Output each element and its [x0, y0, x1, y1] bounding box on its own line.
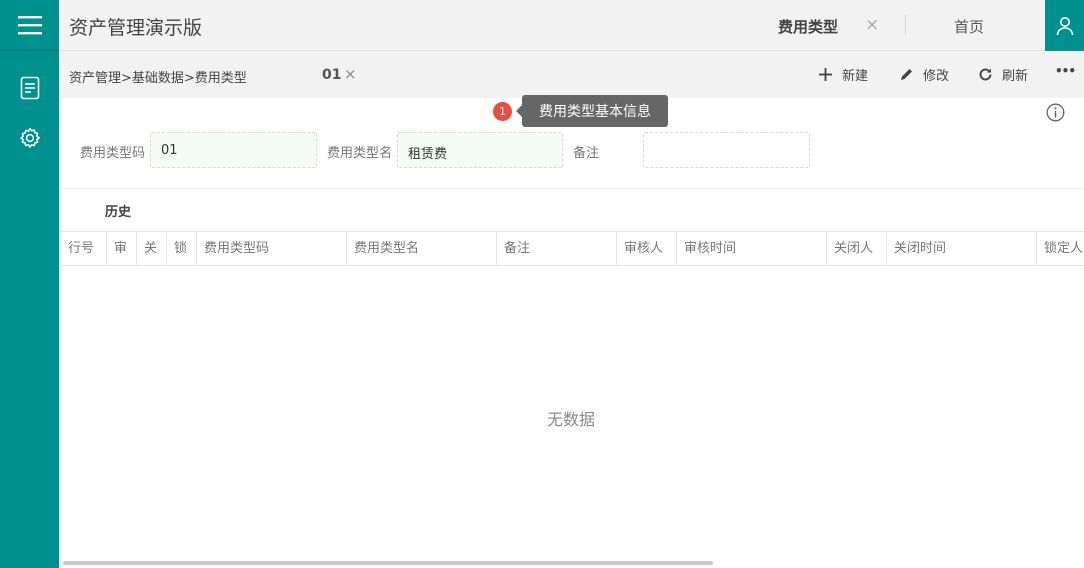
- col-locker[interactable]: 锁定人: [1037, 232, 1084, 265]
- toolbar-bar: 资产管理>基础数据>费用类型 01 × 新建 修改 刷新 •••: [59, 51, 1084, 98]
- tab-close-button[interactable]: ×: [865, 15, 879, 35]
- col-close-time[interactable]: 关闭时间: [887, 232, 1037, 265]
- new-button[interactable]: 新建: [818, 65, 868, 84]
- info-icon[interactable]: [1046, 103, 1065, 126]
- col-locked[interactable]: 锁: [167, 232, 197, 265]
- col-remark[interactable]: 备注: [497, 232, 617, 265]
- user-button[interactable]: [1045, 0, 1084, 51]
- col-expense-code[interactable]: 费用类型码: [197, 232, 347, 265]
- col-audited[interactable]: 审: [107, 232, 137, 265]
- sidebar-item-settings[interactable]: [0, 120, 59, 156]
- top-bar: 资产管理演示版 费用类型 × 首页: [59, 0, 1084, 51]
- record-tab-close-button[interactable]: ×: [344, 65, 357, 83]
- plus-icon: [819, 68, 832, 81]
- col-audit-time[interactable]: 审核时间: [677, 232, 827, 265]
- tab-home[interactable]: 首页: [954, 16, 984, 37]
- edit-button-label: 修改: [923, 69, 950, 84]
- section-title-tooltip: 费用类型基本信息: [516, 95, 668, 127]
- remark-input[interactable]: [643, 132, 810, 168]
- pencil-icon: [901, 69, 912, 80]
- record-tab-label[interactable]: 01: [322, 67, 341, 83]
- gear-icon: [19, 127, 40, 148]
- sidebar-item-documents[interactable]: [0, 70, 59, 106]
- refresh-button-label: 刷新: [1002, 69, 1029, 84]
- col-closed[interactable]: 关: [137, 232, 167, 265]
- remark-label: 备注: [573, 146, 600, 161]
- col-row-number[interactable]: 行号: [61, 232, 107, 265]
- col-closer[interactable]: 关闭人: [827, 232, 887, 265]
- refresh-icon: [979, 68, 992, 81]
- col-expense-name[interactable]: 费用类型名: [347, 232, 497, 265]
- user-icon: [1056, 16, 1073, 35]
- history-title: 历史: [105, 205, 132, 220]
- col-auditor[interactable]: 审核人: [617, 232, 677, 265]
- tab-expense-type[interactable]: 费用类型: [778, 16, 838, 37]
- code-label: 费用类型码: [80, 146, 146, 161]
- breadcrumb: 资产管理>基础数据>费用类型: [69, 71, 247, 86]
- code-input[interactable]: 01: [150, 132, 317, 168]
- sidebar: [0, 0, 59, 568]
- horizontal-scrollbar[interactable]: [63, 561, 713, 565]
- edit-button[interactable]: 修改: [899, 65, 949, 84]
- empty-state-text: 无数据: [547, 410, 596, 429]
- hamburger-icon: [17, 16, 42, 35]
- name-input[interactable]: 租赁费: [397, 132, 563, 168]
- name-label: 费用类型名: [327, 146, 393, 161]
- new-button-label: 新建: [842, 69, 869, 84]
- menu-button[interactable]: [0, 0, 59, 51]
- tab-separator: [905, 15, 906, 35]
- content-left-border: [59, 98, 61, 568]
- history-table-header: 行号 审 关 锁 费用类型码 费用类型名 备注 审核人 审核时间 关闭人 关闭时…: [61, 231, 1084, 266]
- info-circle-icon: [1046, 103, 1065, 122]
- section-badge: 1: [493, 102, 512, 121]
- refresh-button[interactable]: 刷新: [978, 65, 1028, 84]
- app-title: 资产管理演示版: [69, 17, 203, 39]
- more-icon: •••: [1055, 64, 1076, 78]
- document-icon: [20, 76, 39, 100]
- section-divider: [59, 188, 1084, 189]
- more-button[interactable]: •••: [1055, 64, 1076, 78]
